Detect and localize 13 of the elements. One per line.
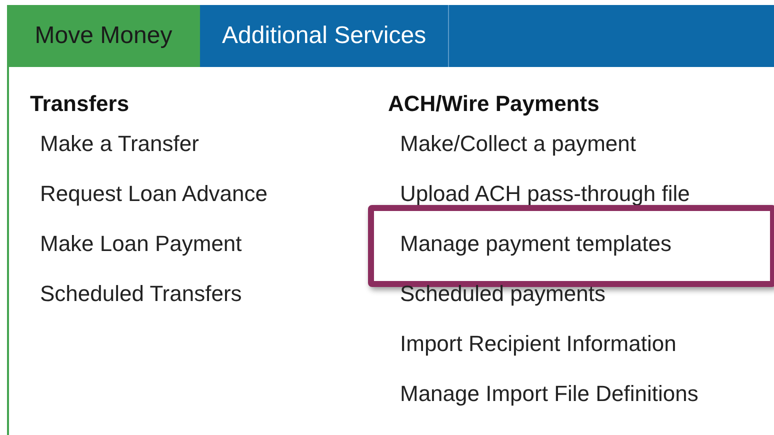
section-heading: ACH/Wire Payments [388,90,600,118]
menu-link[interactable]: Upload ACH pass-through file [400,181,690,207]
menu-link[interactable]: Manage payment templates [400,231,672,257]
menu-link[interactable]: Make/Collect a payment [400,131,636,157]
menu-link[interactable]: Manage Import File Definitions [400,381,698,407]
menu-link[interactable]: Request Loan Advance [40,181,268,207]
menu-link[interactable]: Make a Transfer [40,131,199,157]
section-heading: Transfers [30,90,130,118]
menu-link[interactable]: Scheduled payments [400,281,606,307]
menu-link[interactable]: Import Recipient Information [400,331,676,357]
menu-tab[interactable]: Move Money [7,5,200,67]
menu-link[interactable]: Make Loan Payment [40,231,242,257]
menu-link[interactable]: Scheduled Transfers [40,281,242,307]
